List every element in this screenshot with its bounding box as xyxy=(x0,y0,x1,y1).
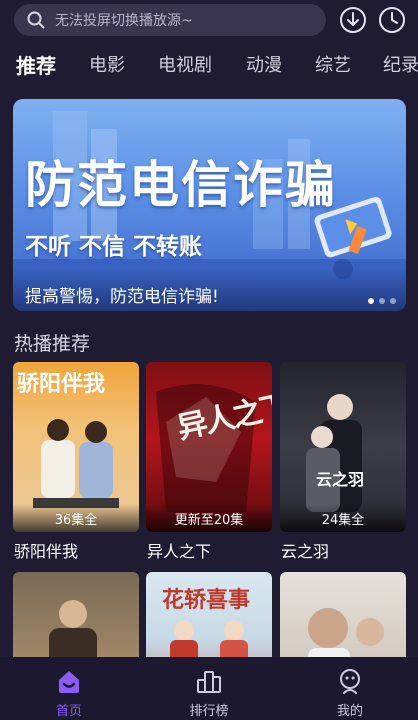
carousel-dot xyxy=(390,298,396,304)
search-icon xyxy=(27,11,45,29)
poster-card[interactable]: 异人之下 更新至20集 xyxy=(146,362,272,532)
nav-ranking-label: 排行榜 xyxy=(189,704,229,719)
nav-profile[interactable]: 我的 xyxy=(300,657,400,720)
download-icon[interactable] xyxy=(339,6,367,34)
nav-home-label: 首页 xyxy=(55,704,82,719)
promo-banner[interactable]: 防范电信诈骗 不听 不信 不转账 提高警惕，防范电信诈骗! xyxy=(13,99,406,311)
search-bar[interactable]: 无法投屏切换播放源~ xyxy=(14,4,326,36)
poster-art-title: 骄阳伴我 xyxy=(17,372,106,397)
ranking-icon xyxy=(197,671,221,693)
tab-anime[interactable]: 动漫 xyxy=(246,50,282,82)
episode-badge-text: 更新至20集 xyxy=(174,513,244,528)
poster-title[interactable]: 骄阳伴我 xyxy=(14,538,78,562)
carousel-dot xyxy=(379,298,385,304)
episode-badge-text: 36集全 xyxy=(54,513,98,528)
poster-card[interactable]: 骄阳伴我 36集全 xyxy=(13,362,139,532)
profile-icon xyxy=(340,669,360,694)
tab-documentary[interactable]: 纪录 xyxy=(383,50,418,82)
top-bar: 无法投屏切换播放源~ xyxy=(0,0,418,40)
poster-art-title: 花轿喜事 xyxy=(162,588,251,613)
episode-badge: 24集全 xyxy=(280,504,406,532)
episode-badge-text: 24集全 xyxy=(321,513,365,528)
nav-home[interactable]: 首页 xyxy=(19,657,119,720)
banner-headline: 防范电信诈骗 xyxy=(25,156,337,214)
bottom-navigation: 首页 排行榜 我的 xyxy=(0,657,418,720)
poster-title[interactable]: 异人之下 xyxy=(147,538,211,562)
tab-recommend[interactable]: 推荐 xyxy=(16,50,56,82)
carousel-dot xyxy=(368,298,374,304)
banner-subline: 不听 不信 不转账 xyxy=(25,234,203,260)
banner-caption: 提高警惕，防范电信诈骗! xyxy=(25,287,219,307)
nav-ranking[interactable]: 排行榜 xyxy=(159,657,259,720)
poster-title[interactable]: 云之羽 xyxy=(281,538,329,562)
search-placeholder: 无法投屏切换播放源~ xyxy=(55,13,193,29)
section-title: 热播推荐 xyxy=(14,333,91,355)
poster-card[interactable]: 云之羽 24集全 xyxy=(280,362,406,532)
history-icon[interactable] xyxy=(378,6,406,34)
episode-badge: 更新至20集 xyxy=(146,504,272,532)
carousel-indicator xyxy=(368,298,396,304)
poster-art-title: 云之羽 xyxy=(316,470,365,489)
category-tabs: 推荐 电影 电视剧 动漫 综艺 纪录 xyxy=(0,50,418,84)
nav-profile-label: 我的 xyxy=(336,704,363,719)
episode-badge: 36集全 xyxy=(13,504,139,532)
tab-variety[interactable]: 综艺 xyxy=(315,50,351,82)
home-icon xyxy=(59,671,79,693)
tab-movies[interactable]: 电影 xyxy=(89,50,125,82)
tab-tv-series[interactable]: 电视剧 xyxy=(158,50,212,82)
